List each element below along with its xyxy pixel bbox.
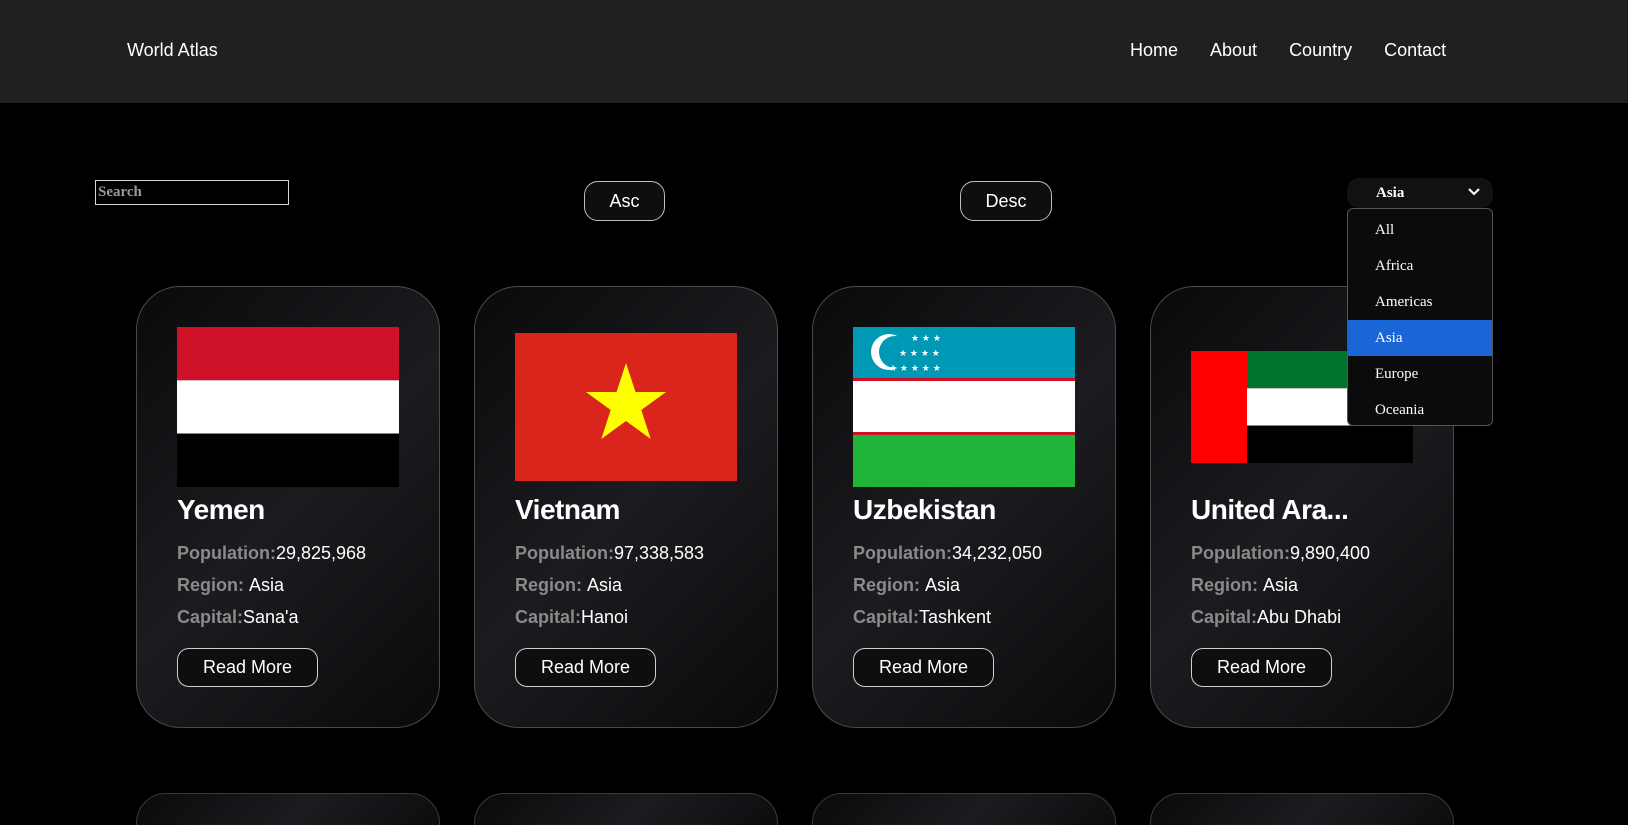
region-dropdown: All Africa Americas Asia Europe Oceania xyxy=(1347,208,1493,426)
region-option-all[interactable]: All xyxy=(1348,212,1492,248)
svg-text:★ ★ ★: ★ ★ ★ xyxy=(911,334,941,344)
region-select-value: Asia xyxy=(1376,184,1405,201)
region-label: Region: xyxy=(177,575,249,595)
population-label: Population: xyxy=(853,543,952,563)
capital-line: Capital:Sana'a xyxy=(177,607,299,628)
capital-line: Capital:Abu Dhabi xyxy=(1191,607,1341,628)
capital-label: Capital: xyxy=(853,607,920,627)
region-line: Region: Asia xyxy=(1191,575,1298,596)
country-card: ★ ★ ★ ★ ★ ★ ★ ★ ★ ★ ★ ★ Uzbekistan Popul… xyxy=(812,286,1116,728)
country-name: Vietnam xyxy=(515,494,620,525)
main-nav: Home About Country Contact xyxy=(1130,40,1478,61)
country-card-partial xyxy=(136,793,440,825)
region-label: Region: xyxy=(515,575,587,595)
svg-text:★ ★ ★ ★: ★ ★ ★ ★ xyxy=(899,349,940,359)
region-option-europe[interactable]: Europe xyxy=(1348,356,1492,392)
sort-desc-button[interactable]: Desc xyxy=(960,181,1052,221)
yemen-flag xyxy=(177,327,399,487)
read-more-button[interactable]: Read More xyxy=(1191,648,1332,687)
capital-line: Capital:Tashkent xyxy=(853,607,991,628)
capital-value: Hanoi xyxy=(581,607,629,627)
region-value: Asia xyxy=(925,575,961,595)
region-value: Asia xyxy=(587,575,623,595)
population-line: Population:9,890,400 xyxy=(1191,543,1370,564)
region-option-africa[interactable]: Africa xyxy=(1348,248,1492,284)
nav-contact[interactable]: Contact xyxy=(1384,40,1446,61)
site-logo[interactable]: World Atlas xyxy=(127,40,218,61)
population-line: Population:34,232,050 xyxy=(853,543,1042,564)
region-label: Region: xyxy=(1191,575,1263,595)
population-value: 9,890,400 xyxy=(1289,543,1371,563)
capital-value: Sana'a xyxy=(243,607,299,627)
country-name: Uzbekistan xyxy=(853,494,996,525)
region-line: Region: Asia xyxy=(853,575,960,596)
region-option-asia[interactable]: Asia xyxy=(1348,320,1492,356)
region-select[interactable]: Asia xyxy=(1347,178,1493,208)
country-name: Yemen xyxy=(177,494,265,525)
region-label: Region: xyxy=(853,575,925,595)
population-line: Population:97,338,583 xyxy=(515,543,704,564)
population-value: 34,232,050 xyxy=(951,543,1043,563)
uzbekistan-flag: ★ ★ ★ ★ ★ ★ ★ ★ ★ ★ ★ ★ xyxy=(853,327,1075,487)
nav-country[interactable]: Country xyxy=(1289,40,1352,61)
capital-label: Capital: xyxy=(515,607,582,627)
population-line: Population:29,825,968 xyxy=(177,543,366,564)
chevron-down-icon xyxy=(1468,188,1480,196)
population-label: Population: xyxy=(177,543,276,563)
read-more-button[interactable]: Read More xyxy=(515,648,656,687)
region-option-americas[interactable]: Americas xyxy=(1348,284,1492,320)
region-value: Asia xyxy=(1263,575,1299,595)
country-card: Vietnam Population:97,338,583 Region: As… xyxy=(474,286,778,728)
nav-home[interactable]: Home xyxy=(1130,40,1178,61)
region-line: Region: Asia xyxy=(177,575,284,596)
sort-asc-button[interactable]: Asc xyxy=(584,181,665,221)
read-more-button[interactable]: Read More xyxy=(853,648,994,687)
capital-value: Tashkent xyxy=(919,607,992,627)
country-name: United Ara... xyxy=(1191,494,1349,525)
capital-value: Abu Dhabi xyxy=(1257,607,1342,627)
search-input[interactable] xyxy=(95,180,289,205)
svg-text:★ ★ ★ ★ ★: ★ ★ ★ ★ ★ xyxy=(889,364,941,374)
country-card-partial xyxy=(1150,793,1454,825)
population-value: 97,338,583 xyxy=(613,543,705,563)
country-card-partial xyxy=(474,793,778,825)
region-value: Asia xyxy=(249,575,285,595)
population-value: 29,825,968 xyxy=(275,543,367,563)
capital-label: Capital: xyxy=(1191,607,1258,627)
capital-label: Capital: xyxy=(177,607,244,627)
capital-line: Capital:Hanoi xyxy=(515,607,628,628)
population-label: Population: xyxy=(515,543,614,563)
country-card-partial xyxy=(812,793,1116,825)
country-card: Yemen Population:29,825,968 Region: Asia… xyxy=(136,286,440,728)
nav-about[interactable]: About xyxy=(1210,40,1257,61)
read-more-button[interactable]: Read More xyxy=(177,648,318,687)
region-option-oceania[interactable]: Oceania xyxy=(1348,392,1492,425)
vietnam-flag xyxy=(515,333,737,481)
region-line: Region: Asia xyxy=(515,575,622,596)
population-label: Population: xyxy=(1191,543,1290,563)
top-navbar: World Atlas Home About Country Contact xyxy=(0,0,1628,103)
